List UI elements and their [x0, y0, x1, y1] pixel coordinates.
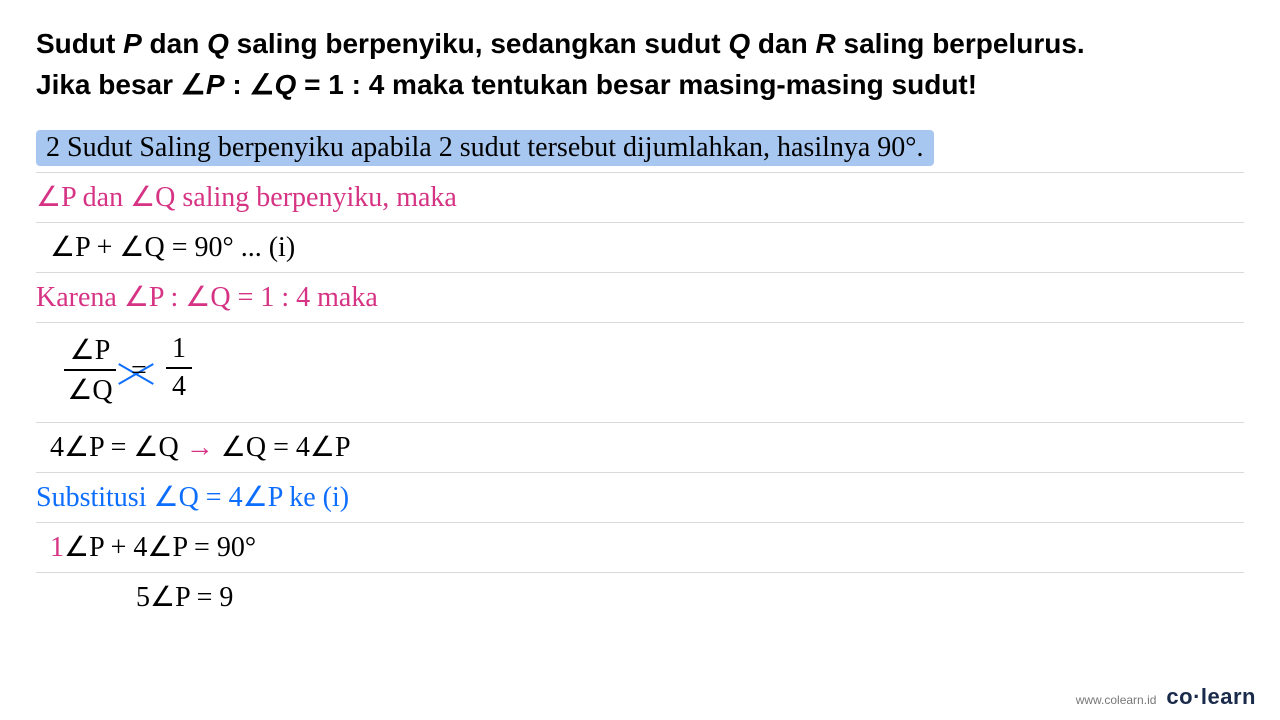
denominator: 4 [172, 371, 186, 403]
problem-line-2: Jika besar ∠P : ∠Q = 1 : 4 maka tentukan… [36, 65, 1244, 106]
var-P: P [123, 28, 142, 59]
work-line-fraction: ∠P ∠Q = 1 4 [36, 323, 1244, 423]
work-line-7: Substitusi ∠Q = 4∠P ke (i) [36, 473, 1244, 523]
text: dan [750, 28, 815, 59]
problem-line-1: Sudut P dan Q saling berpenyiku, sedangk… [36, 24, 1244, 65]
text: Sudut [36, 28, 123, 59]
work-area: 2 Sudut Saling berpenyiku apabila 2 sudu… [36, 123, 1244, 623]
work-line-9: 5∠P = 9 [36, 573, 1244, 623]
fraction-pq: ∠P ∠Q [64, 333, 116, 407]
work-line-3: ∠P + ∠Q = 90° ... (i) [36, 223, 1244, 273]
equation: ∠P + 4∠P = 90° [64, 534, 256, 562]
text: saling berpelurus. [836, 28, 1085, 59]
step-text: Karena ∠P : ∠Q = 1 : 4 maka [36, 284, 378, 312]
numerator: 1 [172, 333, 186, 365]
text: = 1 : 4 maka tentukan besar masing-masin… [296, 69, 977, 100]
equation: ∠Q = 4∠P [214, 434, 351, 462]
problem-statement: Sudut P dan Q saling berpenyiku, sedangk… [36, 24, 1244, 105]
definition-highlight: 2 Sudut Saling berpenyiku apabila 2 sudu… [36, 130, 934, 166]
equals-sign: = [131, 355, 147, 387]
brand-logo: co·learn [1166, 684, 1256, 710]
step-text: Substitusi ∠Q = 4∠P ke (i) [36, 484, 349, 512]
work-line-8: 1∠P + 4∠P = 90° [36, 523, 1244, 573]
text: : ∠ [225, 69, 275, 100]
equation-i: ∠P + ∠Q = 90° ... (i) [50, 234, 295, 262]
equation: 5∠P = 9 [136, 584, 233, 612]
fraction-bar [166, 367, 192, 369]
work-line-1: 2 Sudut Saling berpenyiku apabila 2 sudu… [36, 123, 1244, 173]
arrow-icon: → [186, 434, 214, 462]
var-P: P [206, 69, 225, 100]
denominator: ∠Q [67, 373, 112, 407]
footer: www.colearn.id co·learn [1076, 684, 1256, 710]
work-line-2: ∠P dan ∠Q saling berpenyiku, maka [36, 173, 1244, 223]
text: dan [142, 28, 207, 59]
coef-highlight: 1 [50, 534, 64, 562]
var-Q: Q [275, 69, 297, 100]
equation: 4∠P = ∠Q [50, 434, 186, 462]
fraction-bar [64, 369, 116, 371]
step-text: ∠P dan ∠Q saling berpenyiku, maka [36, 184, 457, 212]
var-Q2: Q [728, 28, 750, 59]
work-line-6: 4∠P = ∠Q → ∠Q = 4∠P [36, 423, 1244, 473]
page: Sudut P dan Q saling berpenyiku, sedangk… [0, 0, 1280, 720]
var-R: R [815, 28, 835, 59]
var-Q: Q [207, 28, 229, 59]
footer-url: www.colearn.id [1076, 693, 1157, 707]
text: Jika besar ∠ [36, 69, 206, 100]
text: saling berpenyiku, sedangkan sudut [229, 28, 728, 59]
work-line-4: Karena ∠P : ∠Q = 1 : 4 maka [36, 273, 1244, 323]
fraction-14: 1 4 [166, 333, 192, 403]
fraction-left: ∠P ∠Q [64, 333, 116, 407]
numerator: ∠P [70, 333, 111, 367]
